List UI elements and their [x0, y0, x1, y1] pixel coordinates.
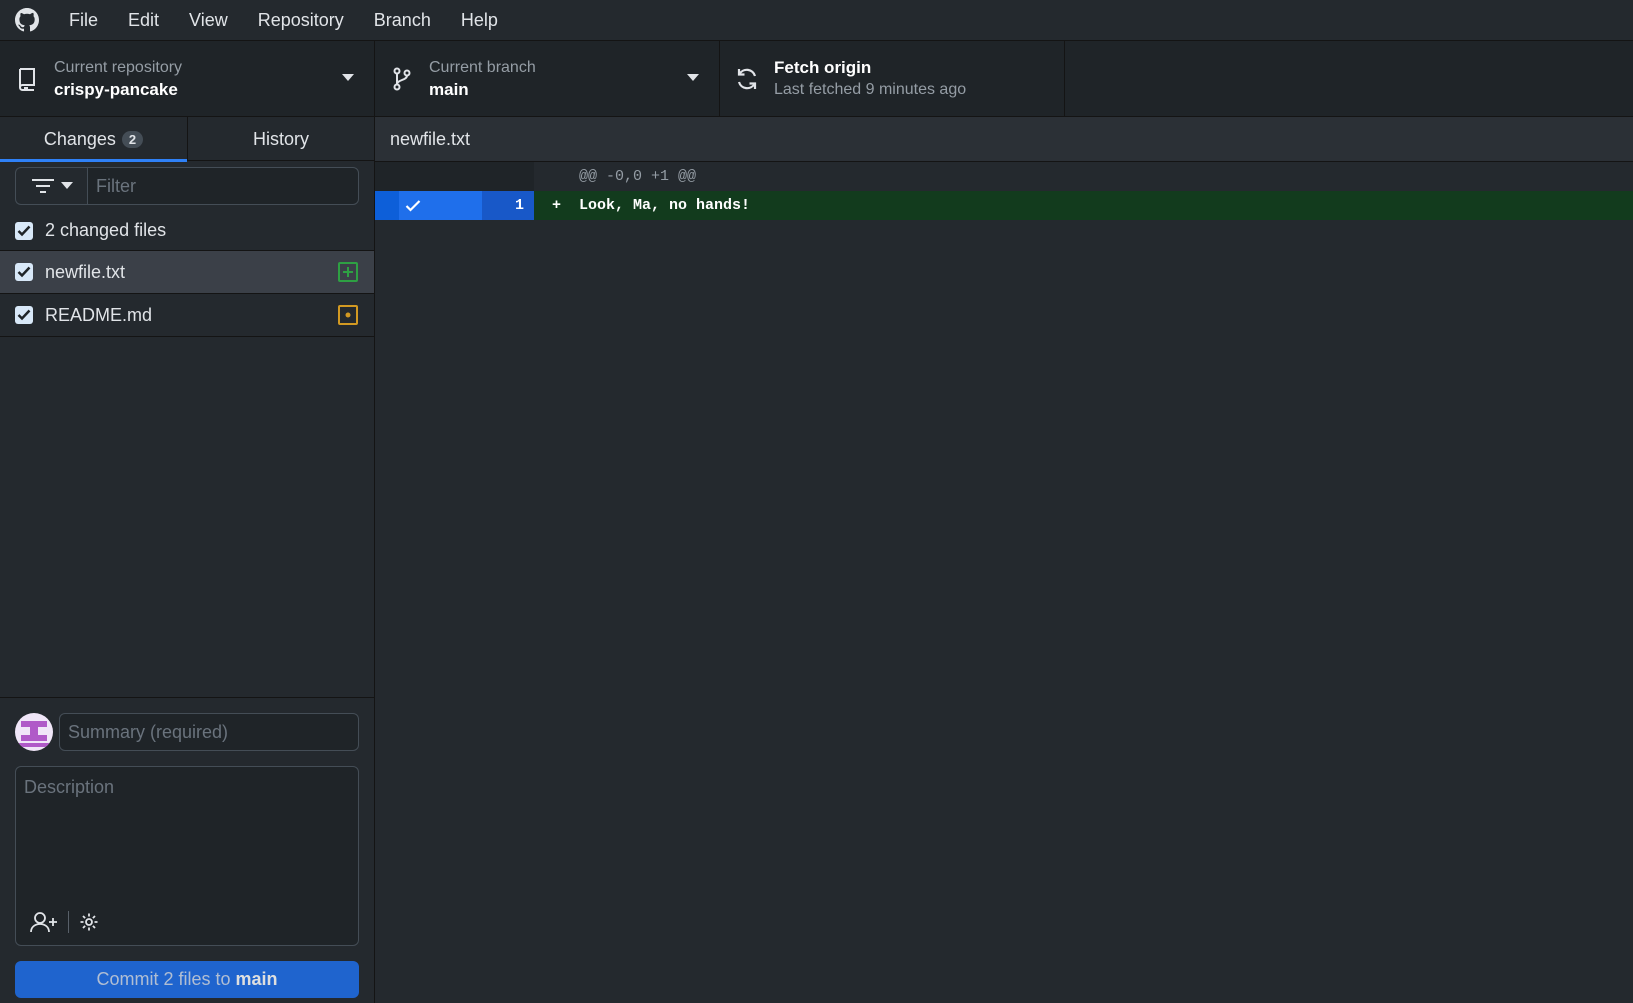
commit-button-label: Commit 2 files to — [96, 969, 231, 989]
file-added-icon — [338, 262, 358, 282]
changes-count-badge: 2 — [121, 130, 144, 148]
select-all-row[interactable]: 2 changed files — [0, 211, 374, 251]
fetch-subtitle: Last fetched 9 minutes ago — [774, 81, 967, 98]
file-checkbox[interactable] — [15, 263, 33, 281]
filter-input[interactable] — [87, 167, 359, 205]
menu-repository[interactable]: Repository — [243, 0, 359, 41]
menu-view[interactable]: View — [174, 0, 243, 41]
diff-panel: newfile.txt @@ -0,0 +1 @@ 1 + Look, Ma, … — [375, 117, 1633, 1003]
tab-history-label: History — [252, 128, 309, 149]
sidebar-tabs: Changes 2 History — [0, 117, 374, 162]
sync-icon — [720, 66, 774, 92]
tab-changes-label: Changes — [43, 128, 116, 149]
commit-button[interactable]: Commit 2 files to main — [15, 961, 359, 998]
caret-down-icon — [60, 182, 73, 189]
select-all-checkbox[interactable] — [15, 221, 33, 240]
file-modified-icon — [338, 305, 358, 325]
branch-icon — [375, 66, 429, 92]
current-repository-button[interactable]: Current repository crispy-pancake — [0, 41, 375, 117]
line-number: 1 — [482, 191, 534, 220]
repo-icon — [0, 67, 54, 91]
sidebar: Changes 2 History 2 changed files newfil… — [0, 117, 375, 1003]
check-icon — [17, 225, 31, 236]
check-icon — [17, 309, 31, 321]
menu-branch[interactable]: Branch — [359, 0, 446, 41]
diff-file-name: newfile.txt — [375, 117, 1633, 162]
file-name: README.md — [45, 304, 153, 325]
filter-icon — [31, 179, 54, 193]
chevron-down-icon — [342, 74, 354, 81]
description-input[interactable] — [16, 767, 358, 897]
changed-files-label: 2 changed files — [45, 220, 167, 240]
github-logo-icon — [0, 0, 54, 41]
file-name: newfile.txt — [45, 261, 126, 282]
file-list-item[interactable]: README.md — [0, 294, 374, 337]
current-branch-button[interactable]: Current branch main — [375, 41, 720, 117]
check-icon — [17, 266, 31, 278]
filter-options-button[interactable] — [15, 167, 87, 205]
repository-name: crispy-pancake — [54, 80, 178, 99]
file-checkbox[interactable] — [15, 306, 33, 324]
tab-changes[interactable]: Changes 2 — [0, 117, 187, 162]
added-sign: + — [551, 197, 561, 214]
branch-label: Current branch — [429, 59, 536, 76]
menu-edit[interactable]: Edit — [113, 0, 174, 41]
description-box — [15, 766, 359, 946]
repository-label: Current repository — [54, 59, 183, 76]
commit-panel: Commit 2 files to main — [0, 697, 374, 1003]
hunk-header-text: @@ -0,0 +1 @@ — [579, 168, 697, 185]
menu-help[interactable]: Help — [446, 0, 513, 41]
branch-name: main — [429, 80, 469, 99]
line-text: Look, Ma, no hands! — [579, 197, 751, 214]
diff-hunk-header: @@ -0,0 +1 @@ — [375, 162, 1633, 191]
summary-input[interactable] — [59, 713, 359, 751]
tab-history[interactable]: History — [187, 117, 374, 161]
add-coauthor-icon[interactable] — [30, 911, 58, 933]
menu-file[interactable]: File — [54, 0, 113, 41]
toolbar: Current repository crispy-pancake Curren… — [0, 41, 1633, 117]
menu-bar: File Edit View Repository Branch Help — [0, 0, 1633, 41]
check-icon — [405, 199, 421, 212]
filter-row — [0, 161, 374, 211]
chevron-down-icon — [687, 74, 699, 81]
fetch-title: Fetch origin — [774, 58, 872, 77]
gear-icon[interactable] — [79, 912, 99, 932]
file-list-item[interactable]: newfile.txt — [0, 251, 374, 294]
avatar — [15, 713, 53, 751]
commit-button-branch: main — [235, 969, 278, 989]
diff-line-added[interactable]: 1 + Look, Ma, no hands! — [375, 191, 1633, 220]
fetch-origin-button[interactable]: Fetch origin Last fetched 9 minutes ago — [720, 41, 1065, 117]
